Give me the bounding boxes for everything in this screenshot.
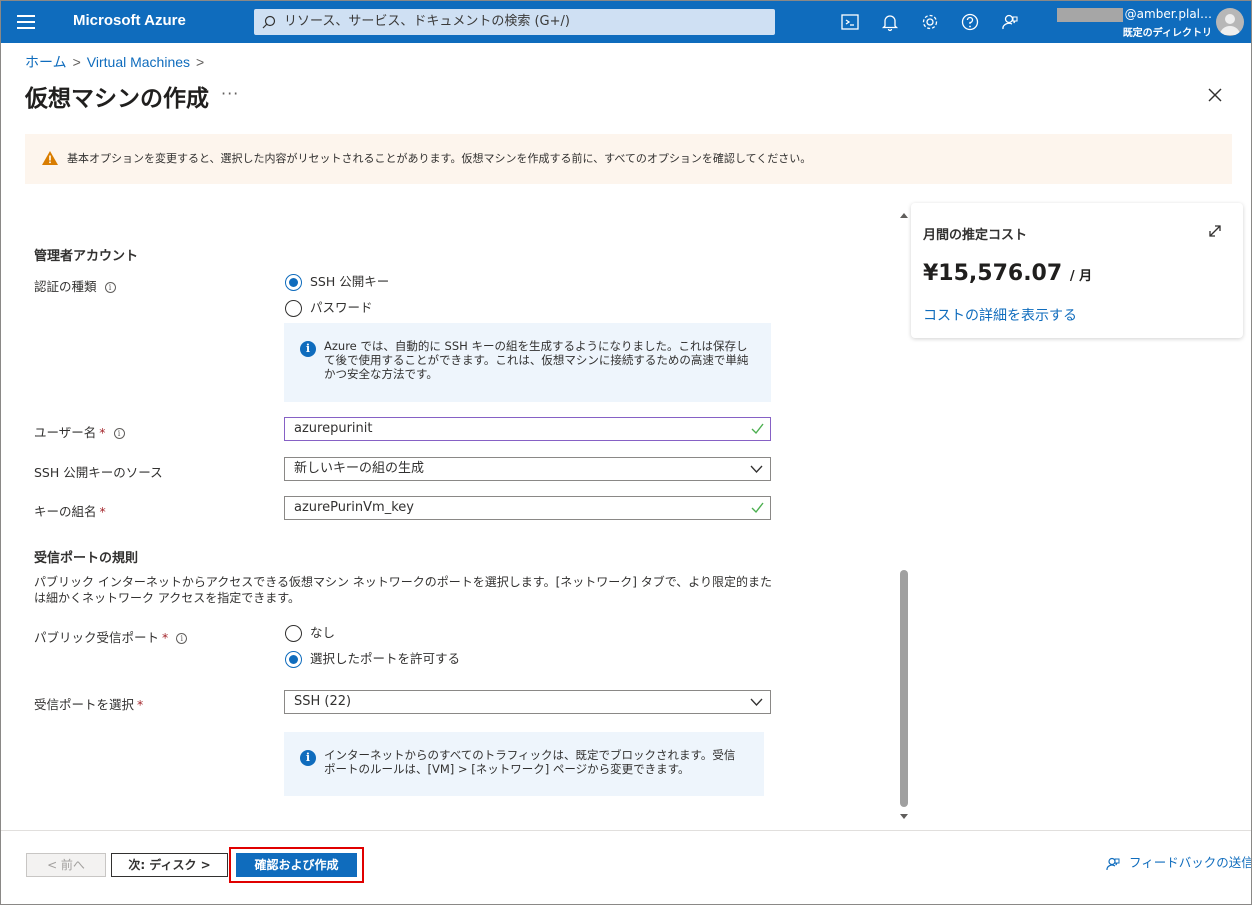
breadcrumb: ホーム > Virtual Machines >: [25, 52, 210, 72]
account-info[interactable]: @amber.plal… 既定のディレクトリ: [1047, 7, 1212, 39]
scroll-up-arrow-icon[interactable]: [899, 211, 909, 221]
radio-selected-icon: [285, 274, 302, 291]
username-label: ユーザー名 * i: [34, 422, 125, 441]
info-icon: i: [300, 341, 316, 357]
key-source-select[interactable]: 新しいキーの組の生成: [284, 457, 771, 481]
inbound-ports-description: パブリック インターネットからアクセスできる仮想マシン ネットワークのポートを選…: [34, 575, 773, 605]
key-pair-name-input[interactable]: azurePurinVm_key: [284, 496, 771, 520]
cost-panel-title: 月間の推定コスト: [923, 228, 1028, 243]
breadcrumb-separator: >: [196, 54, 205, 70]
radio-unselected-icon: [285, 300, 302, 317]
cost-unit: / 月: [1069, 269, 1093, 284]
breadcrumb-separator: >: [72, 54, 81, 70]
warning-banner: 基本オプションを変更すると、選択した内容がリセットされることがあります。仮想マシ…: [25, 134, 1232, 184]
username-input[interactable]: azurepurinit: [284, 417, 771, 441]
feedback-icon[interactable]: [999, 11, 1021, 33]
send-feedback-link[interactable]: フィードバックの送信: [1105, 852, 1251, 872]
public-inbound-ports-label: パブリック受信ポート * i: [34, 627, 188, 646]
search-placeholder: リソース、サービス、ドキュメントの検索 (G+/): [284, 14, 570, 29]
select-inbound-ports-label: 受信ポートを選択 *: [34, 697, 144, 712]
avatar[interactable]: [1216, 8, 1244, 36]
warning-text: 基本オプションを変更すると、選択した内容がリセットされることがあります。仮想マシ…: [67, 152, 812, 165]
account-email: @amber.plal…: [1056, 7, 1212, 22]
feedback-icon: [1106, 857, 1120, 870]
admin-account-section-title: 管理者アカウント: [34, 249, 139, 264]
chevron-down-icon: [750, 698, 763, 706]
info-icon[interactable]: i: [104, 282, 116, 293]
create-vm-form: 管理者アカウント 認証の種類 i SSH 公開キー パスワード i Azure で…: [1, 196, 899, 826]
radio-ssh-public-key[interactable]: SSH 公開キー: [285, 271, 389, 291]
global-search-input[interactable]: リソース、サービス、ドキュメントの検索 (G+/): [254, 9, 775, 35]
warning-icon: [42, 151, 58, 165]
close-icon[interactable]: [1206, 86, 1224, 104]
monthly-cost-panel: 月間の推定コスト ¥15,576.07 / 月 コストの詳細を表示する: [911, 203, 1243, 338]
user-avatar-icon: [1220, 14, 1240, 35]
radio-unselected-icon: [285, 625, 302, 642]
chevron-down-icon: [750, 465, 763, 473]
key-pair-name-label: キーの組名 *: [34, 504, 106, 519]
more-options-button[interactable]: ···: [221, 84, 239, 103]
cost-details-link[interactable]: コストの詳細を表示する: [923, 305, 1077, 325]
scroll-down-arrow-icon[interactable]: [899, 811, 909, 821]
inbound-ports-select[interactable]: SSH (22): [284, 690, 771, 714]
brand-logo-text[interactable]: Microsoft Azure: [73, 12, 186, 29]
valid-check-icon: [751, 423, 764, 435]
bell-icon[interactable]: [879, 11, 901, 33]
ports-info-text: インターネットからのすべてのトラフィックは、既定でブロックされます。受信ポートの…: [324, 748, 736, 776]
next-disk-button[interactable]: 次: ディスク >: [111, 853, 228, 877]
info-icon[interactable]: i: [113, 428, 125, 439]
account-directory: 既定のディレクトリ: [1122, 28, 1212, 39]
review-create-button[interactable]: 確認および作成: [236, 853, 357, 877]
masked-username: [1056, 7, 1123, 22]
radio-selected-icon: [285, 651, 302, 668]
hamburger-menu-icon[interactable]: [15, 11, 37, 33]
inbound-ports-section-title: 受信ポートの規則: [34, 551, 139, 566]
footer-actions: < 前へ 次: ディスク > 確認および作成 フィードバックの送信: [1, 830, 1251, 904]
page-title: 仮想マシンの作成: [25, 85, 209, 111]
auth-type-label: 認証の種類 i: [34, 276, 116, 295]
ssh-info-box: i Azure では、自動的に SSH キーの組を生成するようになりました。これ…: [284, 323, 771, 402]
scrollbar-thumb[interactable]: [900, 570, 908, 807]
radio-password[interactable]: パスワード: [285, 297, 373, 317]
breadcrumb-virtual-machines[interactable]: Virtual Machines: [87, 54, 190, 70]
key-source-label: SSH 公開キーのソース: [34, 465, 163, 480]
ssh-info-text: Azure では、自動的に SSH キーの組を生成するようになりました。これは保…: [324, 339, 749, 381]
azure-portal-window: Microsoft Azure リソース、サービス、ドキュメントの検索 (G+/…: [0, 0, 1252, 905]
cost-amount: ¥15,576.07 / 月: [923, 261, 1093, 286]
cloud-shell-icon[interactable]: [839, 11, 861, 33]
expand-icon[interactable]: [1207, 223, 1223, 239]
help-icon[interactable]: [959, 11, 981, 33]
radio-none[interactable]: なし: [285, 622, 335, 642]
ports-info-box: i インターネットからのすべてのトラフィックは、既定でブロックされます。受信ポー…: [284, 732, 764, 796]
highlight-box: 確認および作成: [229, 847, 364, 883]
breadcrumb-home[interactable]: ホーム: [25, 54, 67, 70]
radio-allow-selected-ports[interactable]: 選択したポートを許可する: [285, 648, 460, 668]
top-navigation-bar: Microsoft Azure リソース、サービス、ドキュメントの検索 (G+/…: [1, 1, 1251, 43]
info-icon[interactable]: i: [176, 633, 188, 644]
gear-icon[interactable]: [919, 11, 941, 33]
search-icon: [262, 15, 276, 29]
previous-button[interactable]: < 前へ: [26, 853, 106, 877]
info-icon: i: [300, 750, 316, 766]
valid-check-icon: [751, 502, 764, 514]
